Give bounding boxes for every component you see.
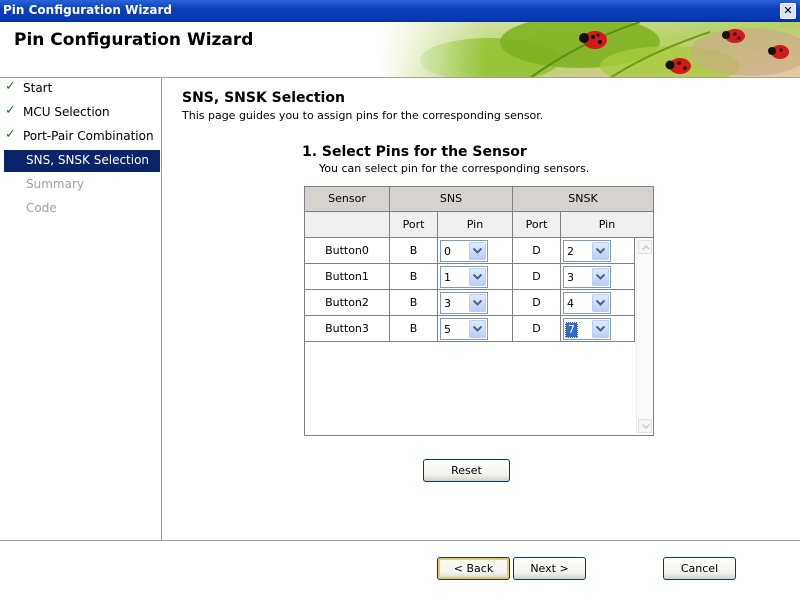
chevron-down-icon	[473, 274, 482, 280]
grid-scrollbar[interactable]	[636, 238, 653, 435]
ladybug-banner-image	[380, 22, 800, 77]
header-snsk-port: Port	[513, 212, 561, 238]
chevron-down-icon	[596, 300, 605, 306]
close-icon: ✕	[783, 4, 793, 17]
section-description: You can select pin for the corresponding…	[319, 162, 590, 175]
dropdown-value: 0	[444, 245, 451, 258]
next-button[interactable]: Next >	[513, 557, 586, 580]
dropdown-arrow[interactable]	[592, 268, 609, 286]
dropdown-value: 2	[567, 245, 574, 258]
step-label: Code	[26, 201, 57, 215]
table-row: Button3 B D 5 7	[305, 316, 635, 342]
scroll-down-button[interactable]	[638, 419, 652, 433]
dropdown-arrow[interactable]	[592, 242, 609, 260]
wizard-title: Pin Configuration Wizard	[14, 30, 254, 50]
sns-port-cell: B	[390, 238, 438, 264]
reset-button[interactable]: Reset	[423, 459, 510, 482]
dropdown-arrow[interactable]	[469, 294, 486, 312]
chevron-down-icon	[642, 424, 650, 429]
dropdown-value: 7	[565, 322, 578, 338]
dropdown-value: 4	[567, 297, 574, 310]
chevron-down-icon	[596, 248, 605, 254]
sns-pin-dropdown[interactable]: 3	[440, 292, 488, 314]
sns-pin-dropdown[interactable]: 1	[440, 266, 488, 288]
section-title: 1. Select Pins for the Sensor	[302, 144, 527, 160]
back-button[interactable]: < Back	[437, 557, 510, 580]
chevron-up-icon	[642, 245, 650, 250]
wizard-steps-sidebar: ✓ Start ✓ MCU Selection ✓ Port-Pair Comb…	[0, 78, 162, 540]
sns-port-cell: B	[390, 316, 438, 342]
dropdown-value: 3	[444, 297, 451, 310]
step-label: Port-Pair Combination	[23, 129, 154, 143]
sns-pin-dropdown[interactable]: 0	[440, 240, 488, 262]
step-port-pair-combination[interactable]: ✓ Port-Pair Combination	[0, 126, 161, 148]
table-row: Button2 B D 3 4	[305, 290, 635, 316]
wizard-header: Pin Configuration Wizard	[0, 22, 800, 78]
sensor-cell: Button3	[305, 316, 390, 342]
sensor-cell: Button1	[305, 264, 390, 290]
header-sns: SNS	[390, 187, 513, 212]
table-row: Button1 B D 1 3	[305, 264, 635, 290]
dropdown-arrow[interactable]	[592, 294, 609, 312]
snsk-pin-dropdown[interactable]: 3	[563, 266, 611, 288]
step-sns-snsk-selection[interactable]: SNS, SNSK Selection	[4, 150, 160, 172]
dropdown-arrow[interactable]	[469, 242, 486, 260]
header-sns-port: Port	[390, 212, 438, 238]
page-description: This page guides you to assign pins for …	[182, 109, 544, 122]
header-snsk-pin: Pin	[561, 212, 653, 238]
title-bar: Pin Configuration Wizard ✕	[0, 0, 800, 22]
step-label: SNS, SNSK Selection	[26, 153, 150, 167]
snsk-pin-dropdown[interactable]: 2	[563, 240, 611, 262]
sns-port-cell: B	[390, 290, 438, 316]
header-snsk: SNSK	[513, 187, 653, 212]
step-label: Summary	[26, 177, 84, 191]
sensor-cell: Button2	[305, 290, 390, 316]
step-start[interactable]: ✓ Start	[0, 78, 161, 100]
table-row: Button0 B D 0 2	[305, 238, 635, 264]
scroll-up-button[interactable]	[638, 240, 652, 254]
step-mcu-selection[interactable]: ✓ MCU Selection	[0, 102, 161, 124]
header-sensor: Sensor	[305, 187, 390, 212]
header-sns-pin: Pin	[438, 212, 513, 238]
dropdown-value: 3	[567, 271, 574, 284]
snsk-port-cell: D	[513, 290, 561, 316]
chevron-down-icon	[596, 326, 605, 332]
step-label: MCU Selection	[23, 105, 110, 119]
dropdown-arrow[interactable]	[469, 320, 486, 338]
wizard-footer: < Back Next > Cancel	[0, 540, 800, 600]
chevron-down-icon	[596, 274, 605, 280]
window-title: Pin Configuration Wizard	[3, 3, 173, 17]
checkmark-icon: ✓	[5, 103, 16, 118]
dropdown-arrow[interactable]	[592, 320, 609, 338]
dropdown-arrow[interactable]	[469, 268, 486, 286]
checkmark-icon: ✓	[5, 127, 16, 142]
step-code: Code	[0, 198, 161, 220]
chevron-down-icon	[473, 326, 482, 332]
step-summary: Summary	[0, 174, 161, 196]
sns-pin-dropdown[interactable]: 5	[440, 318, 488, 340]
wizard-content: SNS, SNSK Selection This page guides you…	[163, 78, 800, 540]
sensor-cell: Button0	[305, 238, 390, 264]
cancel-button[interactable]: Cancel	[663, 557, 736, 580]
dropdown-value: 1	[444, 271, 451, 284]
snsk-port-cell: D	[513, 238, 561, 264]
header-blank	[305, 212, 390, 238]
chevron-down-icon	[473, 248, 482, 254]
page-title: SNS, SNSK Selection	[182, 90, 345, 106]
close-button[interactable]: ✕	[780, 3, 796, 19]
snsk-port-cell: D	[513, 264, 561, 290]
snsk-port-cell: D	[513, 316, 561, 342]
pin-assignment-grid: Sensor SNS SNSK Port Pin Port Pin Button…	[304, 186, 654, 436]
snsk-pin-dropdown[interactable]: 4	[563, 292, 611, 314]
snsk-pin-dropdown[interactable]: 7	[563, 318, 611, 340]
step-label: Start	[23, 81, 53, 95]
checkmark-icon: ✓	[5, 79, 16, 94]
sns-port-cell: B	[390, 264, 438, 290]
dropdown-value: 5	[444, 323, 451, 336]
chevron-down-icon	[473, 300, 482, 306]
